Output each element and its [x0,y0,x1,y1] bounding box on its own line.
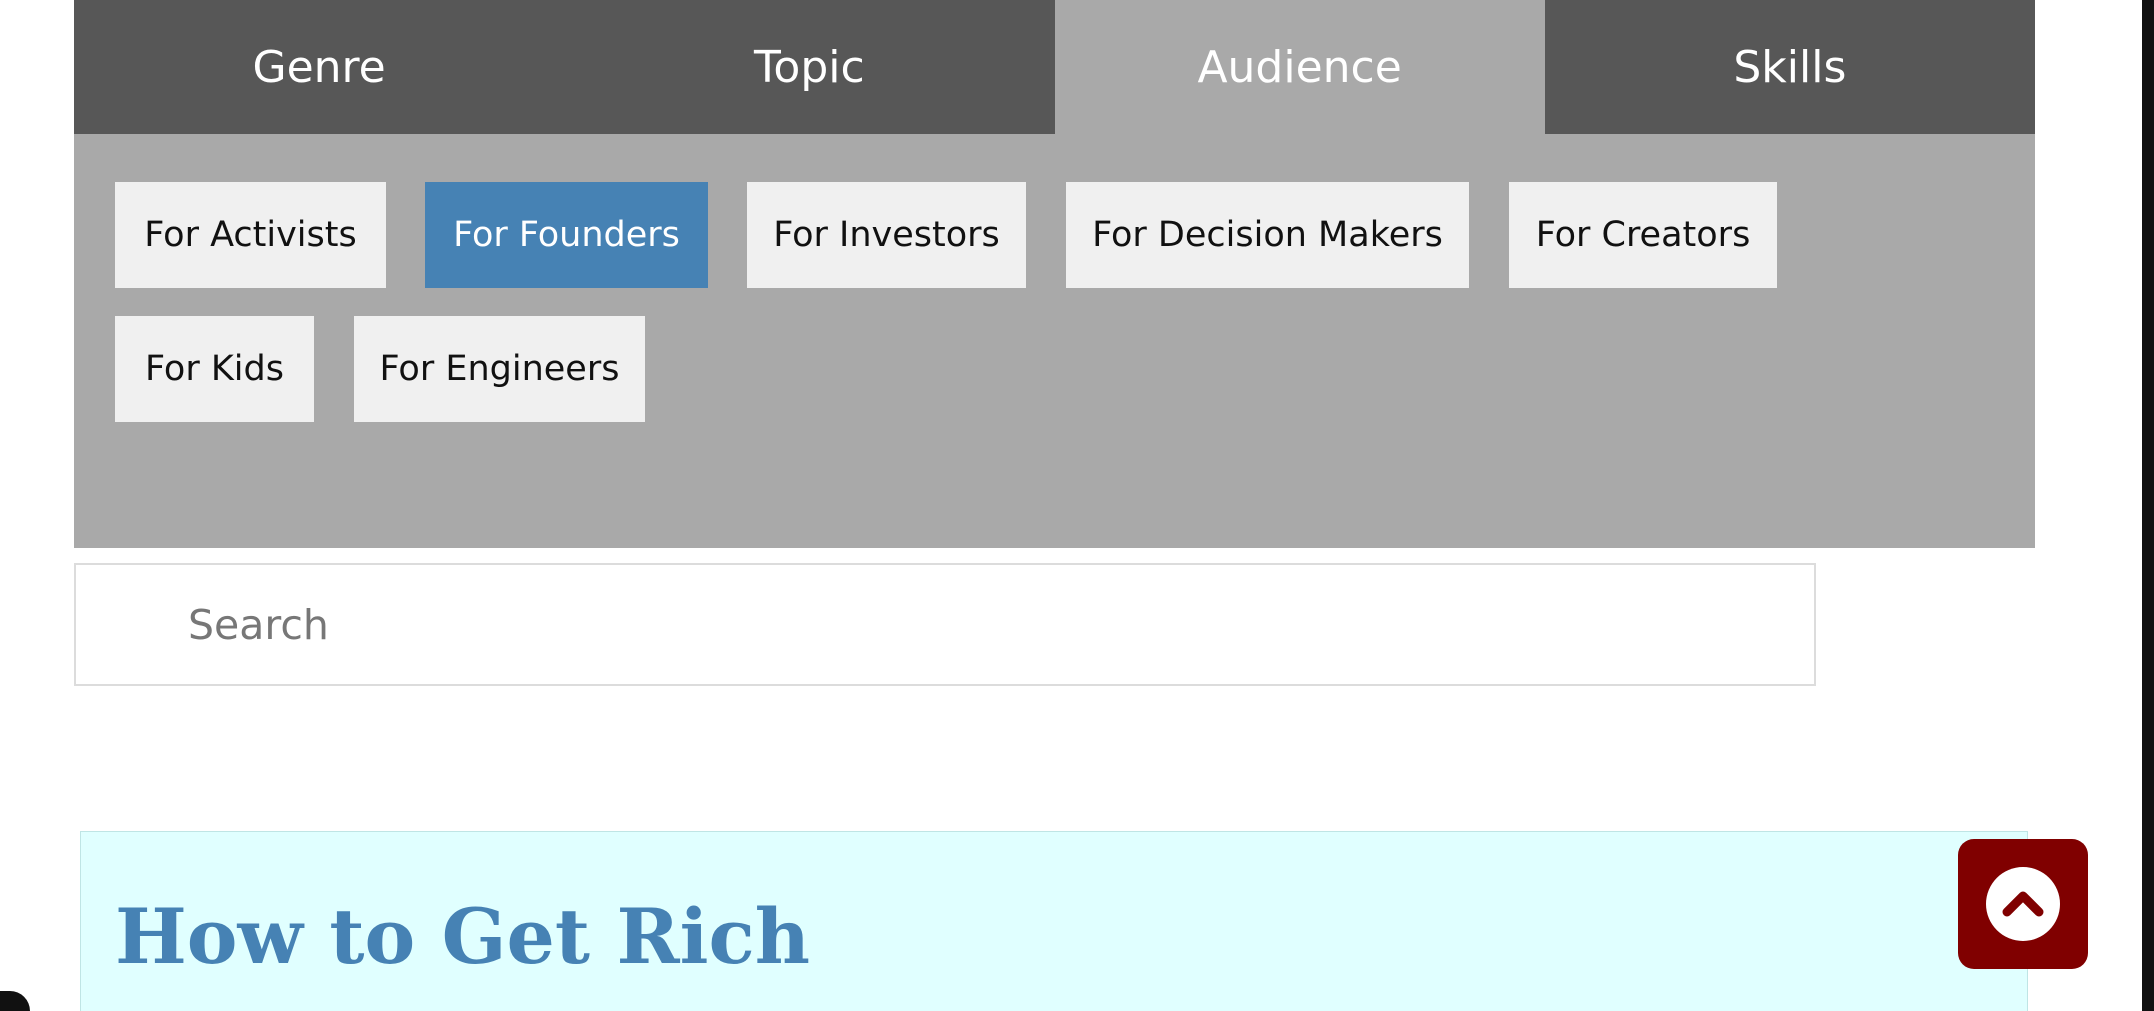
window-frame-corner [0,991,30,1011]
tab-skills[interactable]: Skills [1544,0,2035,134]
book-card: How to Get Rich [80,831,2028,1011]
chevron-up-icon [1986,867,2060,941]
book-title-link[interactable]: How to Get Rich [115,892,810,981]
tag-for-kids[interactable]: For Kids [115,316,314,422]
tag-for-investors[interactable]: For Investors [747,182,1026,288]
tag-for-activists[interactable]: For Activists [115,182,386,288]
tag-for-founders[interactable]: For Founders [425,182,708,288]
window-frame-edge [2142,0,2154,1011]
tag-for-engineers[interactable]: For Engineers [354,316,645,422]
page: Genre Topic Audience Skills For Activist… [0,0,2154,1011]
category-tabs: Genre Topic Audience Skills [74,0,2035,134]
tag-for-decision-makers[interactable]: For Decision Makers [1066,182,1469,288]
search-box [74,563,1816,686]
audience-tag-panel: For Activists For Founders For Investors… [74,134,2035,548]
back-to-top-button[interactable] [1958,839,2088,969]
tag-for-creators[interactable]: For Creators [1509,182,1777,288]
tab-topic[interactable]: Topic [564,0,1055,134]
tab-audience[interactable]: Audience [1054,0,1545,134]
tab-genre[interactable]: Genre [74,0,565,134]
search-input[interactable] [76,565,1814,684]
